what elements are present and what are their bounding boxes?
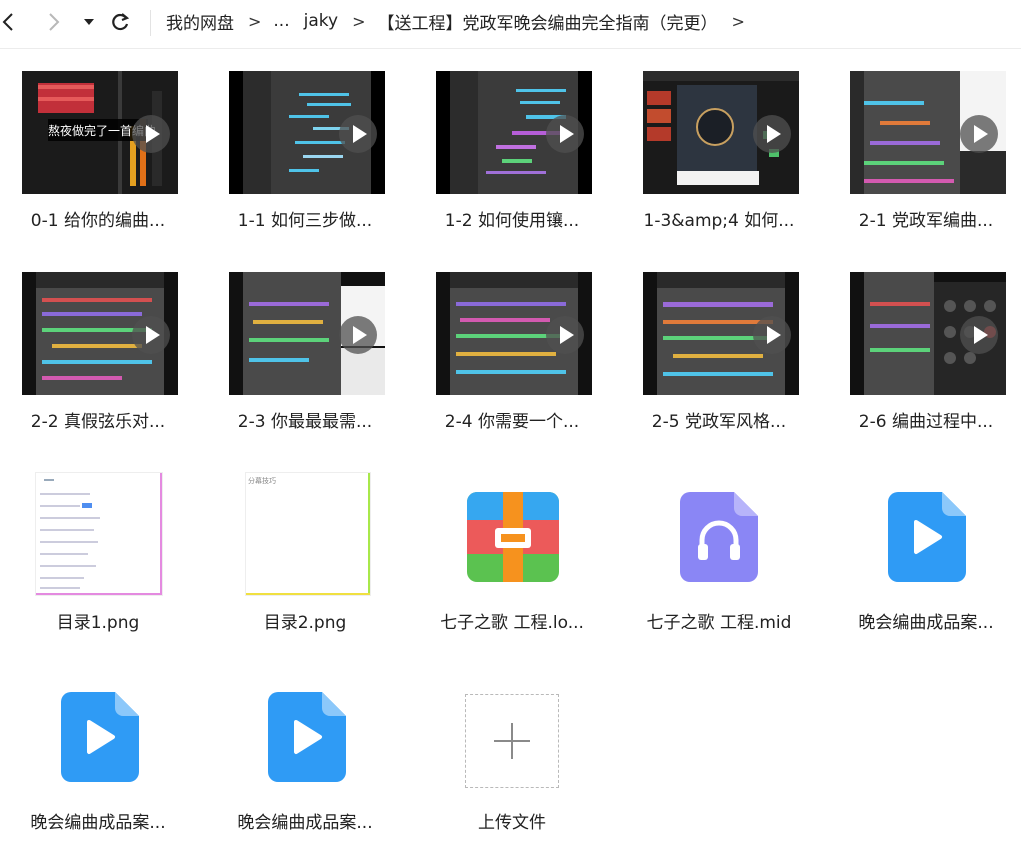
breadcrumb-item-ellipsis[interactable]: ... — [273, 11, 289, 31]
breadcrumb-separator-icon: > — [352, 11, 366, 31]
file-name: 七子之歌 工程.lo... — [440, 613, 584, 633]
video-thumbnail[interactable] — [229, 272, 385, 395]
chevron-right-icon — [49, 13, 60, 31]
breadcrumb: 我的网盘 > ... jaky > 【送工程】党政军晚会编曲完全指南（完更） > — [166, 8, 757, 34]
file-name: 1-1 如何三步做... — [237, 211, 373, 231]
forward-button[interactable] — [44, 8, 64, 36]
file-name: 2-2 真假弦乐对... — [30, 412, 166, 432]
video-thumbnail[interactable]: 熬夜做完了一首编曲 — [22, 71, 178, 194]
play-icon — [339, 316, 377, 354]
file-name: 1-2 如何使用镶... — [444, 211, 580, 231]
breadcrumb-item-current-folder[interactable]: 【送工程】党政军晚会编曲完全指南（完更） — [377, 9, 717, 34]
headphones-icon[interactable] — [680, 492, 758, 582]
document-preview — [246, 473, 370, 595]
play-icon — [753, 316, 791, 354]
video-thumbnail[interactable] — [436, 71, 592, 194]
play-icon — [132, 316, 170, 354]
play-icon — [132, 115, 170, 153]
file-name: 目录2.png — [263, 613, 347, 633]
back-button[interactable] — [0, 8, 16, 36]
file-name: 晚会编曲成品案... — [30, 813, 166, 833]
file-name: 1-3&amp;4 如何... — [643, 211, 795, 231]
video-thumbnail[interactable] — [643, 71, 799, 194]
breadcrumb-separator-icon: > — [248, 11, 262, 31]
upload-label: 上传文件 — [478, 813, 546, 833]
file-name: 晚会编曲成品案... — [858, 613, 994, 633]
archive-icon[interactable] — [467, 492, 559, 582]
video-thumbnail[interactable] — [229, 71, 385, 194]
toolbar: 我的网盘 > ... jaky > 【送工程】党政军晚会编曲完全指南（完更） > — [0, 0, 1021, 49]
play-file-icon[interactable] — [268, 692, 346, 782]
document-preview-text: 分幕技巧 — [248, 477, 276, 485]
file-name: 七子之歌 工程.mid — [646, 613, 792, 633]
file-name: 2-5 党政军风格... — [651, 412, 787, 432]
file-name: 2-4 你需要一个... — [444, 412, 580, 432]
breadcrumb-item-root[interactable]: 我的网盘 — [166, 9, 234, 34]
file-name: 2-1 党政军编曲... — [858, 211, 994, 231]
play-icon — [960, 316, 998, 354]
video-thumbnail[interactable] — [850, 71, 1006, 194]
caret-down-icon — [84, 19, 94, 25]
file-name: 0-1 给你的编曲... — [30, 211, 166, 231]
breadcrumb-item-jaky[interactable]: jaky — [304, 11, 338, 31]
play-icon — [960, 115, 998, 153]
image-thumbnail[interactable] — [35, 472, 163, 596]
history-dropdown-button[interactable] — [80, 8, 98, 36]
refresh-icon — [112, 13, 130, 31]
play-icon — [753, 115, 791, 153]
upload-button[interactable] — [465, 694, 559, 788]
play-icon — [546, 115, 584, 153]
plus-icon — [494, 723, 530, 759]
play-icon — [546, 316, 584, 354]
chevron-left-icon — [2, 13, 13, 31]
play-file-icon[interactable] — [888, 492, 966, 582]
image-thumbnail[interactable]: 分幕技巧 — [245, 472, 371, 596]
play-file-icon[interactable] — [61, 692, 139, 782]
file-name: 2-6 编曲过程中... — [858, 412, 994, 432]
file-name: 2-3 你最最最需... — [237, 412, 373, 432]
video-thumbnail[interactable] — [22, 272, 178, 395]
toolbar-divider — [150, 10, 151, 36]
refresh-button[interactable] — [108, 8, 132, 36]
play-icon — [339, 115, 377, 153]
video-thumbnail[interactable] — [850, 272, 1006, 395]
file-name: 目录1.png — [56, 613, 140, 633]
file-name: 晚会编曲成品案... — [237, 813, 373, 833]
document-preview — [36, 473, 162, 595]
video-thumbnail[interactable] — [643, 272, 799, 395]
breadcrumb-more-icon[interactable]: > — [731, 12, 744, 31]
video-thumbnail[interactable] — [436, 272, 592, 395]
